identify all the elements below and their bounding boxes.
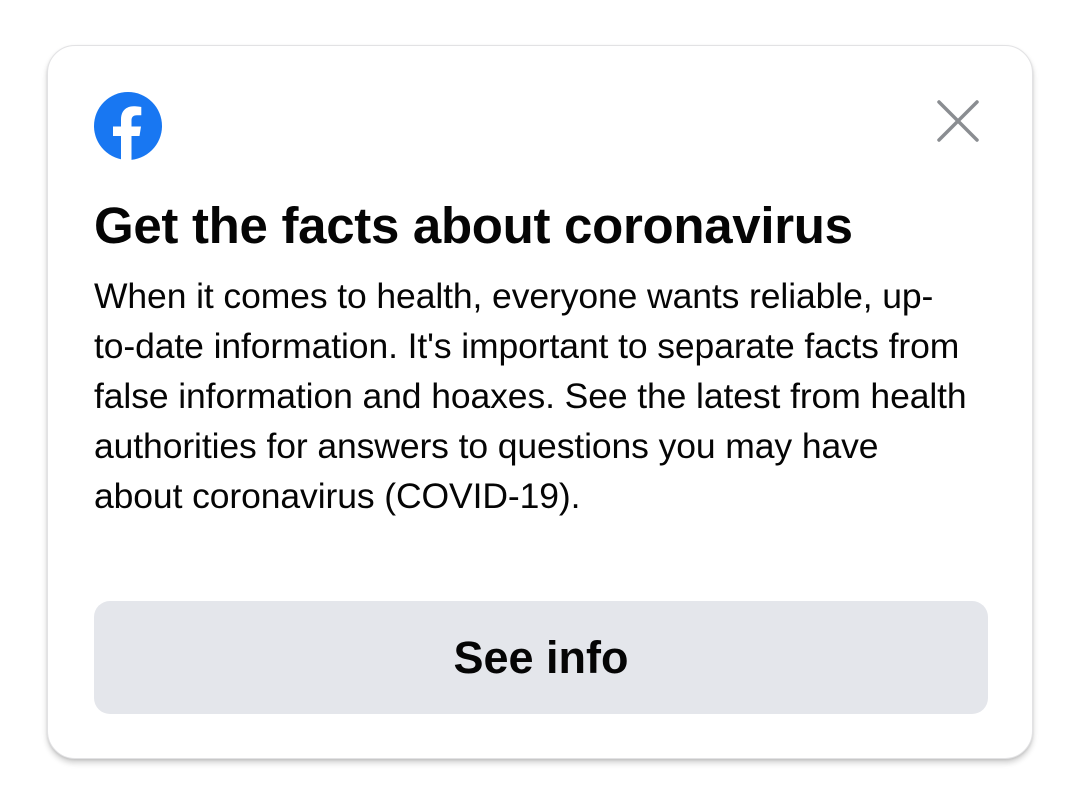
dialog-title: Get the facts about coronavirus [94,197,853,254]
close-icon [937,100,979,142]
covid-info-card: Get the facts about coronavirus When it … [47,45,1033,759]
see-info-button[interactable]: See info [94,601,988,714]
facebook-logo-icon [94,92,162,160]
close-button[interactable] [934,97,982,145]
dialog-body-text: When it comes to health, everyone wants … [94,276,967,516]
